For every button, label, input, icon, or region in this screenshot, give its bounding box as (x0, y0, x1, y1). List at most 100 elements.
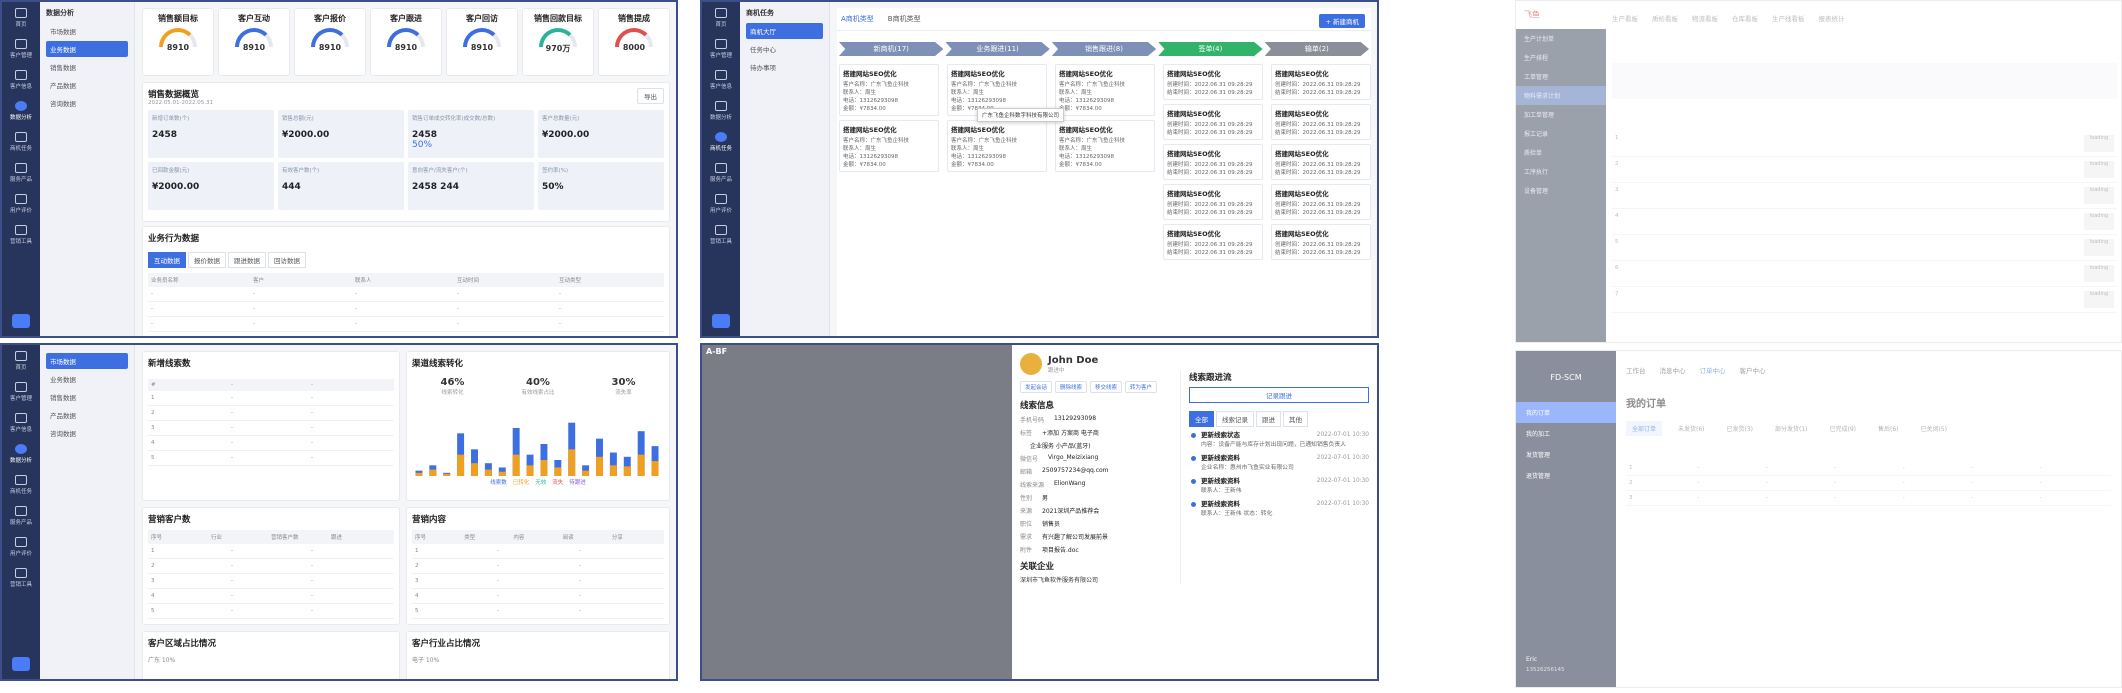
top-tab[interactable]: 仓库看板 (1732, 13, 1758, 23)
rail-item[interactable]: 首页 (2, 2, 40, 33)
opportunity-card[interactable]: 搭建网站SEO优化 创建时间：2022.06.31 09:28:29 结束时间：20… (1163, 104, 1263, 140)
lead-action-button[interactable]: 发起会话 (1020, 381, 1053, 393)
sub-menu-item[interactable]: 市场数据 (46, 23, 128, 39)
opportunity-card[interactable]: 搭建网站SEO优化 创建时间：2022.06.31 09:28:29 结束时间：20… (1163, 224, 1263, 260)
opportunity-card[interactable]: 搭建网站SEO优化 创建时间：2022.06.31 09:28:29 结束时间：20… (1271, 104, 1371, 140)
sub-menu-item[interactable]: 销售数据 (46, 389, 128, 405)
opportunity-card[interactable]: 搭建网站SEO优化 客户名称：广东飞鱼企科技 联系人：周生 电话：1312629309… (1055, 120, 1155, 172)
order-tab[interactable]: 部分发货(1) (1769, 421, 1814, 436)
rail-item[interactable]: 用户评价 (2, 188, 40, 219)
rail-item[interactable]: 数据分析 (2, 95, 40, 126)
sub-menu-item[interactable]: 咨询数据 (46, 425, 128, 441)
top-tab[interactable]: 质检看板 (1652, 13, 1678, 23)
side-item[interactable]: 工单管理 (1516, 67, 1606, 86)
rail-item[interactable]: 首页 (702, 2, 740, 33)
chat-icon[interactable] (12, 314, 30, 328)
opportunity-card[interactable]: 搭建网站SEO优化 创建时间：2022.06.31 09:28:29 结束时间：20… (1163, 184, 1263, 220)
top-nav-item[interactable]: 客户中心 (1740, 365, 1766, 375)
follow-tab[interactable]: 跟进 (1256, 411, 1281, 427)
opportunity-card[interactable]: 搭建网站SEO优化 创建时间：2022.06.31 09:28:29 结束时间：20… (1271, 224, 1371, 260)
opportunity-card[interactable]: 搭建网站SEO优化 客户名称：广东飞鱼企科技 联系人：周生 电话：1312629309… (1055, 64, 1155, 116)
tab[interactable]: 互动数据 (148, 252, 186, 268)
rail-item[interactable]: 数据分析 (2, 438, 40, 469)
top-tab[interactable]: 生产线看板 (1772, 13, 1805, 23)
order-tab[interactable]: 已关闭(5) (1915, 421, 1954, 436)
lead-action-button[interactable]: 转为客户 (1125, 381, 1158, 393)
rail-item[interactable]: 客户管理 (702, 33, 740, 64)
side-item[interactable]: 我的订单 (1516, 402, 1616, 423)
rail-item[interactable]: 用户评价 (2, 531, 40, 562)
rail-item[interactable]: 营销工具 (702, 219, 740, 250)
sub-menu-item[interactable]: 业务数据 (46, 41, 128, 57)
record-follow-button[interactable]: 记录跟进 (1189, 387, 1369, 403)
rail-item[interactable]: 客户管理 (2, 376, 40, 407)
sub-menu-item[interactable]: 咨询数据 (46, 95, 128, 111)
tab[interactable]: 回访数据 (268, 252, 306, 268)
top-tab[interactable]: 物流看板 (1692, 13, 1718, 23)
side-item[interactable]: 质检单 (1516, 143, 1606, 162)
opportunity-card[interactable]: 搭建网站SEO优化 创建时间：2022.06.31 09:28:29 结束时间：20… (1271, 184, 1371, 220)
tab[interactable]: 跟进数据 (228, 252, 266, 268)
top-nav-item[interactable]: 工作台 (1626, 365, 1646, 375)
sub-menu-item[interactable]: 销售数据 (46, 59, 128, 75)
order-tab[interactable]: 全部订单 (1626, 421, 1663, 436)
rail-item[interactable]: 商机任务 (2, 469, 40, 500)
side-item[interactable]: 物料需求计划 (1516, 86, 1606, 105)
side-item[interactable]: 我的加工 (1516, 423, 1616, 444)
sub-menu-item[interactable]: 商机大厅 (746, 23, 823, 39)
chat-icon[interactable] (712, 314, 730, 328)
side-item[interactable]: 工序执行 (1516, 162, 1606, 181)
side-item[interactable]: 生产计划单 (1516, 29, 1606, 48)
opportunity-card[interactable]: 搭建网站SEO优化 创建时间：2022.06.31 09:28:29 结束时间：20… (1163, 64, 1263, 100)
rail-item[interactable]: 数据分析 (702, 95, 740, 126)
tab-opportunity-type[interactable]: A商机类型 (841, 14, 874, 24)
sub-menu-item[interactable]: 待办事项 (746, 59, 823, 75)
opportunity-card[interactable]: 搭建网站SEO优化 客户名称：广东飞鱼企科技 联系人：周生 电话：1312629309… (947, 120, 1047, 172)
opportunity-card[interactable]: 搭建网站SEO优化 客户名称：广东飞鱼企科技 联系人：周生 电话：1312629309… (839, 120, 939, 172)
rail-item[interactable]: 客户信息 (702, 64, 740, 95)
top-nav-item[interactable]: 订单中心 (1700, 365, 1726, 375)
order-tab[interactable]: 已完成(9) (1824, 421, 1863, 436)
sub-menu-item[interactable]: 市场数据 (46, 353, 128, 369)
order-tab[interactable]: 已发货(3) (1721, 421, 1760, 436)
sub-menu-item[interactable]: 产品数据 (46, 77, 128, 93)
rail-item[interactable]: 营销工具 (2, 562, 40, 593)
rail-item[interactable]: 客户信息 (2, 64, 40, 95)
tab[interactable]: 报价数据 (188, 252, 226, 268)
side-item[interactable]: 退货管理 (1516, 465, 1616, 486)
lead-action-button[interactable]: 移交线索 (1090, 381, 1123, 393)
top-tab[interactable]: 报表统计 (1819, 13, 1845, 23)
rail-item[interactable]: 客户管理 (2, 33, 40, 64)
lead-action-button[interactable]: 删除线索 (1055, 381, 1088, 393)
follow-tab[interactable]: 其他 (1283, 411, 1308, 427)
order-tab[interactable]: 售后(6) (1872, 421, 1905, 436)
rail-item[interactable]: 服务产品 (2, 500, 40, 531)
top-tab[interactable]: 生产看板 (1612, 13, 1638, 23)
chat-icon[interactable] (12, 657, 30, 671)
rail-item[interactable]: 首页 (2, 345, 40, 376)
export-button[interactable]: 导出 (637, 88, 664, 104)
side-item[interactable]: 报工记录 (1516, 124, 1606, 143)
follow-tab[interactable]: 线索记录 (1216, 411, 1254, 427)
sub-menu-item[interactable]: 业务数据 (46, 371, 128, 387)
order-tab[interactable]: 未发货(6) (1672, 421, 1711, 436)
rail-item[interactable]: 商机任务 (702, 126, 740, 157)
opportunity-card[interactable]: 搭建网站SEO优化 客户名称：广东飞鱼企科技 联系人：周生 电话：1312629309… (839, 64, 939, 116)
sub-menu-item[interactable]: 任务中心 (746, 41, 823, 57)
rail-item[interactable]: 用户评价 (702, 188, 740, 219)
opportunity-card[interactable]: 搭建网站SEO优化 创建时间：2022.06.31 09:28:29 结束时间：20… (1163, 144, 1263, 180)
top-nav-item[interactable]: 消息中心 (1660, 365, 1686, 375)
opportunity-card[interactable]: 搭建网站SEO优化 创建时间：2022.06.31 09:28:29 结束时间：20… (1271, 144, 1371, 180)
opportunity-card[interactable]: 搭建网站SEO优化 创建时间：2022.06.31 09:28:29 结束时间：20… (1271, 64, 1371, 100)
tab-opportunity-type[interactable]: B商机类型 (888, 14, 921, 24)
rail-item[interactable]: 服务产品 (2, 157, 40, 188)
side-item[interactable]: 设备管理 (1516, 181, 1606, 200)
rail-item[interactable]: 商机任务 (2, 126, 40, 157)
rail-item[interactable]: 服务产品 (702, 157, 740, 188)
rail-item[interactable]: 营销工具 (2, 219, 40, 250)
follow-tab[interactable]: 全部 (1189, 411, 1214, 427)
rail-item[interactable]: 客户信息 (2, 407, 40, 438)
side-item[interactable]: 发货管理 (1516, 444, 1616, 465)
side-item[interactable]: 生产排程 (1516, 48, 1606, 67)
new-opportunity-button[interactable]: + 新建商机 (1319, 14, 1365, 28)
